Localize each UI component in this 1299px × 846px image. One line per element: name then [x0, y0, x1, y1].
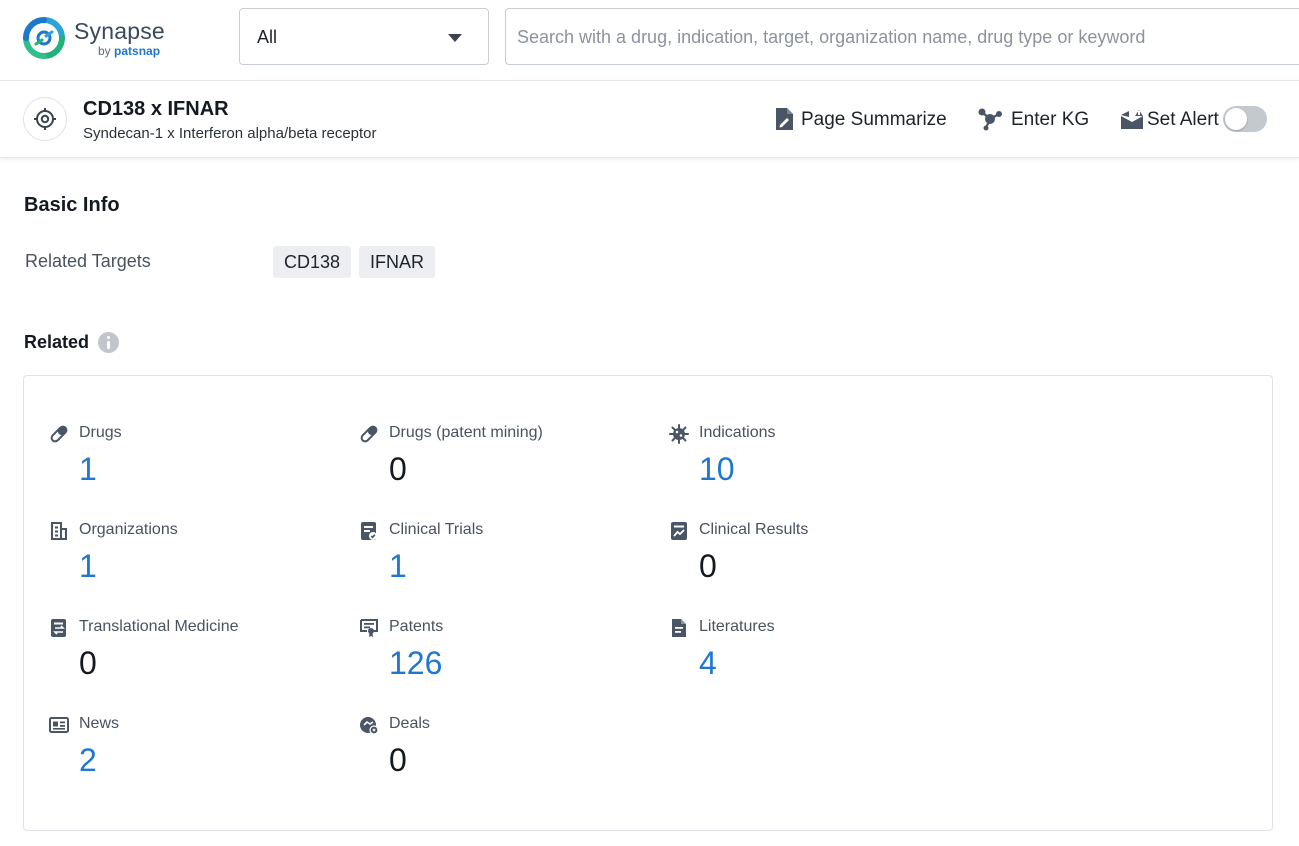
document-edit-icon — [773, 107, 795, 131]
related-targets-label: Related Targets — [25, 251, 151, 272]
search-scope-value: All — [257, 27, 277, 48]
page-summarize-label: Page Summarize — [801, 109, 947, 131]
stat-deals[interactable]: Deals 0 — [359, 715, 639, 795]
target-icon — [33, 107, 57, 131]
synapse-logo[interactable]: Synapse by patsnap — [22, 14, 182, 60]
basic-info-heading: Basic Info — [24, 194, 120, 217]
stat-literatures-count[interactable]: 4 — [699, 643, 717, 683]
stat-clinical-trials-label: Clinical Trials — [389, 521, 483, 539]
alert-mail-icon — [1120, 107, 1144, 131]
stat-literatures-label: Literatures — [699, 618, 775, 636]
stat-drugs-patent-mining[interactable]: Drugs (patent mining) 0 — [359, 424, 639, 504]
pill-icon — [49, 424, 69, 444]
stat-translational-medicine-count: 0 — [79, 643, 97, 683]
enter-kg-label: Enter KG — [1011, 109, 1089, 131]
stat-drugs-count[interactable]: 1 — [79, 449, 97, 489]
virus-icon — [669, 424, 689, 444]
certificate-icon — [359, 618, 379, 638]
stat-drugs-patent-mining-label: Drugs (patent mining) — [389, 424, 543, 442]
pill-icon — [359, 424, 379, 444]
stat-clinical-results-count: 0 — [699, 546, 717, 586]
stat-patents-count[interactable]: 126 — [389, 643, 442, 683]
entity-header: CD138 x IFNAR Syndecan-1 x Interferon al… — [0, 81, 1299, 158]
entity-avatar — [23, 97, 67, 141]
newspaper-icon — [49, 715, 69, 735]
page-subtitle: Syndecan-1 x Interferon alpha/beta recep… — [83, 125, 377, 142]
building-icon — [49, 521, 69, 541]
stat-patents-label: Patents — [389, 618, 443, 636]
clipboard-icon — [359, 521, 379, 541]
page-summarize-button[interactable]: Page Summarize — [773, 106, 948, 132]
stat-clinical-trials[interactable]: Clinical Trials 1 — [359, 521, 639, 601]
stat-literatures[interactable]: Literatures 4 — [669, 618, 949, 698]
chart-doc-icon — [669, 521, 689, 541]
stat-clinical-trials-count[interactable]: 1 — [389, 546, 407, 586]
stat-drugs-patent-mining-count: 0 — [389, 449, 407, 489]
alert-toggle[interactable] — [1223, 106, 1267, 132]
brand-name: Synapse — [74, 18, 165, 45]
enter-kg-button[interactable]: Enter KG — [977, 106, 1092, 132]
brand-byline: by patsnap — [98, 44, 160, 58]
stat-drugs[interactable]: Drugs 1 — [49, 424, 329, 504]
stat-clinical-results-label: Clinical Results — [699, 521, 808, 539]
synapse-logo-icon — [22, 16, 66, 60]
stat-indications[interactable]: Indications 10 — [669, 424, 949, 504]
doc-exchange-icon — [49, 618, 69, 638]
document-icon — [669, 618, 689, 638]
handshake-icon — [359, 715, 379, 735]
related-heading: Related — [24, 332, 89, 353]
stat-deals-label: Deals — [389, 715, 430, 733]
brand-by-prefix: by — [98, 44, 114, 58]
top-bar: Synapse by patsnap All — [0, 0, 1299, 81]
stat-news-count[interactable]: 2 — [79, 740, 97, 780]
stat-indications-label: Indications — [699, 424, 776, 442]
stat-indications-count[interactable]: 10 — [699, 449, 735, 489]
stat-clinical-results[interactable]: Clinical Results 0 — [669, 521, 949, 601]
stat-organizations[interactable]: Organizations 1 — [49, 521, 329, 601]
brand-patsnap: patsnap — [114, 44, 160, 58]
stat-organizations-label: Organizations — [79, 521, 178, 539]
page-title: CD138 x IFNAR — [83, 98, 229, 121]
info-icon[interactable] — [98, 332, 119, 353]
toggle-knob — [1225, 108, 1247, 130]
search-scope-select[interactable]: All — [239, 8, 489, 65]
stat-translational-medicine-label: Translational Medicine — [79, 618, 238, 636]
related-card: Drugs 1 Drugs (patent mining) 0 Indicati… — [23, 375, 1273, 831]
target-tag-ifnar[interactable]: IFNAR — [359, 246, 435, 278]
stat-news-label: News — [79, 715, 119, 733]
set-alert-label: Set Alert — [1147, 109, 1219, 131]
knowledge-graph-icon — [977, 107, 1003, 131]
stat-drugs-label: Drugs — [79, 424, 122, 442]
stat-patents[interactable]: Patents 126 — [359, 618, 639, 698]
stat-organizations-count[interactable]: 1 — [79, 546, 97, 586]
target-tag-cd138[interactable]: CD138 — [273, 246, 351, 278]
caret-down-icon — [448, 34, 462, 42]
stat-translational-medicine[interactable]: Translational Medicine 0 — [49, 618, 329, 698]
stat-deals-count: 0 — [389, 740, 407, 780]
search-box — [505, 8, 1299, 65]
set-alert-button[interactable]: Set Alert — [1120, 106, 1220, 132]
stat-news[interactable]: News 2 — [49, 715, 329, 795]
search-input[interactable] — [517, 23, 1287, 51]
